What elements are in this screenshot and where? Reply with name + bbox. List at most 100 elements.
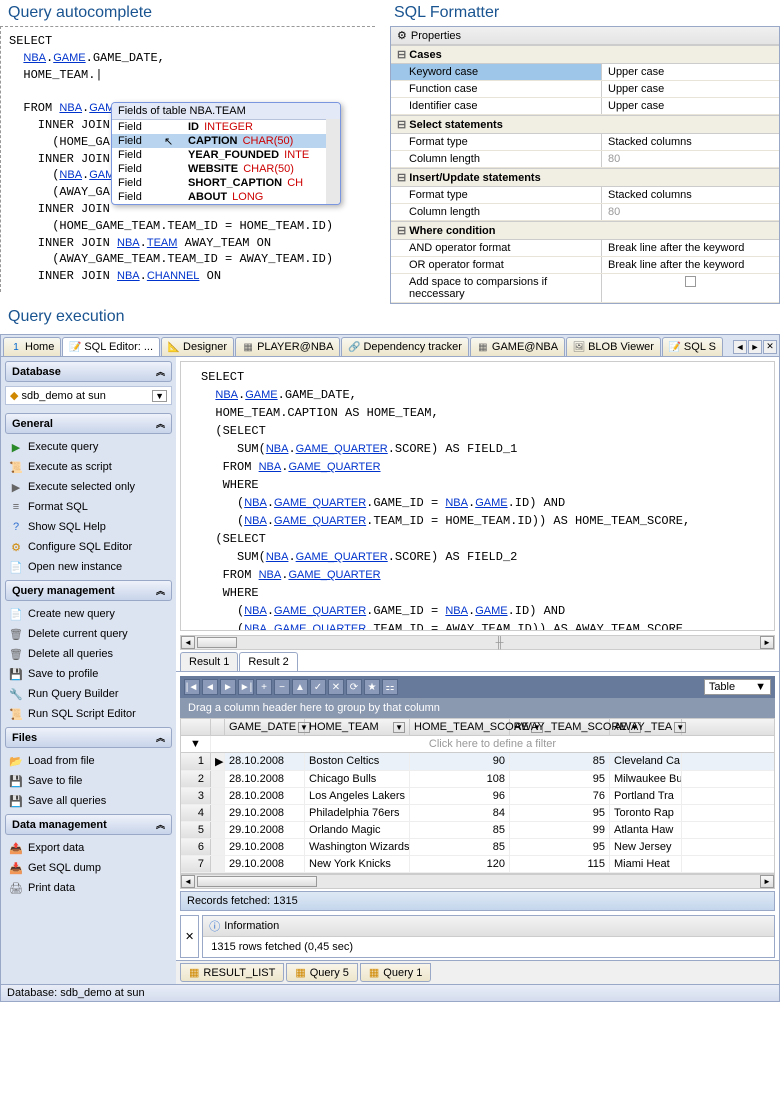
sidebar-item-save-all-queries[interactable]: 💾Save all queries [5, 791, 172, 811]
sidebar-item-execute-selected-only[interactable]: ▶Execute selected only [5, 477, 172, 497]
property-row[interactable]: Keyword caseUpper case [391, 64, 779, 81]
tab-nav-next[interactable]: ► [748, 340, 762, 354]
property-row[interactable]: Format typeStacked columns [391, 187, 779, 204]
view-selector[interactable]: Table ▼ [704, 679, 771, 695]
property-value[interactable]: Upper case [601, 98, 779, 114]
bottom-tab-result-list[interactable]: ▦RESULT_LIST [180, 963, 284, 982]
sidebar-item-execute-query[interactable]: ▶Execute query [5, 437, 172, 457]
checkbox[interactable] [685, 276, 696, 287]
tab-dependency-tracker[interactable]: 🔗Dependency tracker [341, 337, 468, 356]
sidebar-item-create-new-query[interactable]: 📄Create new query [5, 604, 172, 624]
cell-away-team[interactable]: Atlanta Haw [610, 822, 682, 838]
property-value[interactable]: Stacked columns [601, 187, 779, 203]
cell-home-team[interactable]: Washington Wizards [305, 839, 410, 855]
cell-away-score[interactable]: 99 [510, 822, 610, 838]
table-row[interactable]: 4 29.10.2008 Philadelphia 76ers 84 95 To… [181, 805, 774, 822]
property-value[interactable]: Break line after the keyword [601, 240, 779, 256]
column-filter-icon[interactable]: ▼ [393, 722, 405, 733]
tab-blob-viewer[interactable]: 🖼BLOB Viewer [566, 337, 661, 356]
cell-away-team[interactable]: Toronto Rap [610, 805, 682, 821]
column-header-away_team_score[interactable]: AWAY_TEAM_SCORE▼ [510, 719, 610, 735]
cell-away-score[interactable]: 95 [510, 771, 610, 787]
sidebar-item-load-from-file[interactable]: 📂Load from file [5, 751, 172, 771]
sidebar-panel-header[interactable]: Files︽ [5, 727, 172, 748]
result-tab-1[interactable]: Result 1 [180, 652, 238, 671]
cell-home-score[interactable]: 85 [410, 839, 510, 855]
cell-home-team[interactable]: New York Knicks [305, 856, 410, 872]
autocomplete-item[interactable]: FieldYEAR_FOUNDED INTE [112, 148, 340, 162]
cell-away-score[interactable]: 95 [510, 839, 610, 855]
property-value[interactable]: Break line after the keyword [601, 257, 779, 273]
nav-prev-button[interactable]: ◄ [202, 679, 218, 695]
sidebar-item-run-query-builder[interactable]: 🔧Run Query Builder [5, 684, 172, 704]
sidebar-item-export-data[interactable]: 📤Export data [5, 838, 172, 858]
hscrollbar[interactable]: ◄ ╫ ► [180, 635, 775, 650]
sidebar-item-configure-sql-editor[interactable]: ⚙Configure SQL Editor [5, 537, 172, 557]
tab-sql-s[interactable]: 📝SQL S [662, 337, 723, 356]
property-value[interactable]: Upper case [601, 64, 779, 80]
sidebar-item-save-to-file[interactable]: 💾Save to file [5, 771, 172, 791]
filter-button[interactable]: ⚏ [382, 679, 398, 695]
property-value[interactable]: 80 [601, 204, 779, 220]
table-row[interactable]: 1 ▶ 28.10.2008 Boston Celtics 90 85 Clev… [181, 753, 774, 771]
tab-designer[interactable]: 📐Designer [161, 337, 234, 356]
autocomplete-item[interactable]: FieldABOUT LONG [112, 190, 340, 204]
cell-date[interactable]: 29.10.2008 [225, 822, 305, 838]
property-row[interactable]: Identifier caseUpper case [391, 98, 779, 115]
grid-hscrollbar[interactable]: ◄ ► [180, 874, 775, 889]
property-value[interactable] [601, 274, 779, 302]
sidebar-item-print-data[interactable]: 🖨Print data [5, 878, 172, 898]
cell-home-team[interactable]: Boston Celtics [305, 753, 410, 770]
cell-home-team[interactable]: Orlando Magic [305, 822, 410, 838]
column-header-home_team_score[interactable]: HOME_TEAM_SCORE▼ [410, 719, 510, 735]
autocomplete-item[interactable]: FieldID INTEGER [112, 120, 340, 134]
cell-home-score[interactable]: 96 [410, 788, 510, 804]
cell-home-team[interactable]: Los Angeles Lakers [305, 788, 410, 804]
scroll-left-button[interactable]: ◄ [181, 636, 195, 649]
bottom-tab-query-5[interactable]: ▦Query 5 [286, 963, 358, 982]
sidebar-item-get-sql-dump[interactable]: 📥Get SQL dump [5, 858, 172, 878]
property-section-header[interactable]: Insert/Update statements [391, 168, 779, 187]
property-row[interactable]: AND operator formatBreak line after the … [391, 240, 779, 257]
cell-away-score[interactable]: 95 [510, 805, 610, 821]
column-header-home_team[interactable]: HOME_TEAM▼ [305, 719, 410, 735]
sidebar-panel-header[interactable]: General︽ [5, 413, 172, 434]
sidebar-panel-header[interactable]: Data management︽ [5, 814, 172, 835]
table-row[interactable]: 5 29.10.2008 Orlando Magic 85 99 Atlanta… [181, 822, 774, 839]
sidebar-item-delete-current-query[interactable]: 🗑Delete current query [5, 624, 172, 644]
filter-row[interactable]: ▼ Click here to define a filter [181, 736, 774, 753]
cell-away-score[interactable]: 85 [510, 753, 610, 770]
nav-first-button[interactable]: |◄ [184, 679, 200, 695]
tab-nav-prev[interactable]: ◄ [733, 340, 747, 354]
cell-date[interactable]: 29.10.2008 [225, 839, 305, 855]
property-section-header[interactable]: Where condition [391, 221, 779, 240]
bottom-tab-query-1[interactable]: ▦Query 1 [360, 963, 432, 982]
refresh-button[interactable]: ⟳ [346, 679, 362, 695]
cell-away-team[interactable]: Milwaukee Bu [610, 771, 682, 787]
property-section-header[interactable]: Select statements [391, 115, 779, 134]
sidebar-panel-header[interactable]: Query management︽ [5, 580, 172, 601]
info-close-button[interactable]: ✕ [180, 915, 199, 958]
column-filter-icon[interactable]: ▼ [674, 722, 686, 733]
property-row[interactable]: Column length80 [391, 151, 779, 168]
tab-player-nba[interactable]: ▦PLAYER@NBA [235, 337, 340, 356]
autocomplete-item[interactable]: FieldSHORT_CAPTION CH [112, 176, 340, 190]
cell-date[interactable]: 28.10.2008 [225, 788, 305, 804]
cell-home-team[interactable]: Philadelphia 76ers [305, 805, 410, 821]
sidebar-item-execute-as-script[interactable]: 📜Execute as script [5, 457, 172, 477]
scroll-right-button[interactable]: ► [760, 875, 774, 888]
sidebar-item-show-sql-help[interactable]: ?Show SQL Help [5, 517, 172, 537]
database-selector[interactable]: ◆ sdb_demo at sun ▼ [5, 386, 172, 405]
table-row[interactable]: 3 28.10.2008 Los Angeles Lakers 96 76 Po… [181, 788, 774, 805]
cell-away-team[interactable]: Cleveland Ca [610, 753, 682, 770]
scroll-thumb[interactable] [197, 876, 317, 887]
tab-close[interactable]: ✕ [763, 340, 777, 354]
autocomplete-item[interactable]: FieldCAPTION CHAR(50)↖ [112, 134, 340, 148]
cell-home-score[interactable]: 120 [410, 856, 510, 872]
bookmark-button[interactable]: ★ [364, 679, 380, 695]
scrollbar[interactable] [326, 119, 340, 204]
cell-home-score[interactable]: 85 [410, 822, 510, 838]
commit-button[interactable]: ✓ [310, 679, 326, 695]
sidebar-item-format-sql[interactable]: ≡Format SQL [5, 497, 172, 517]
cell-away-team[interactable]: Miami Heat [610, 856, 682, 872]
